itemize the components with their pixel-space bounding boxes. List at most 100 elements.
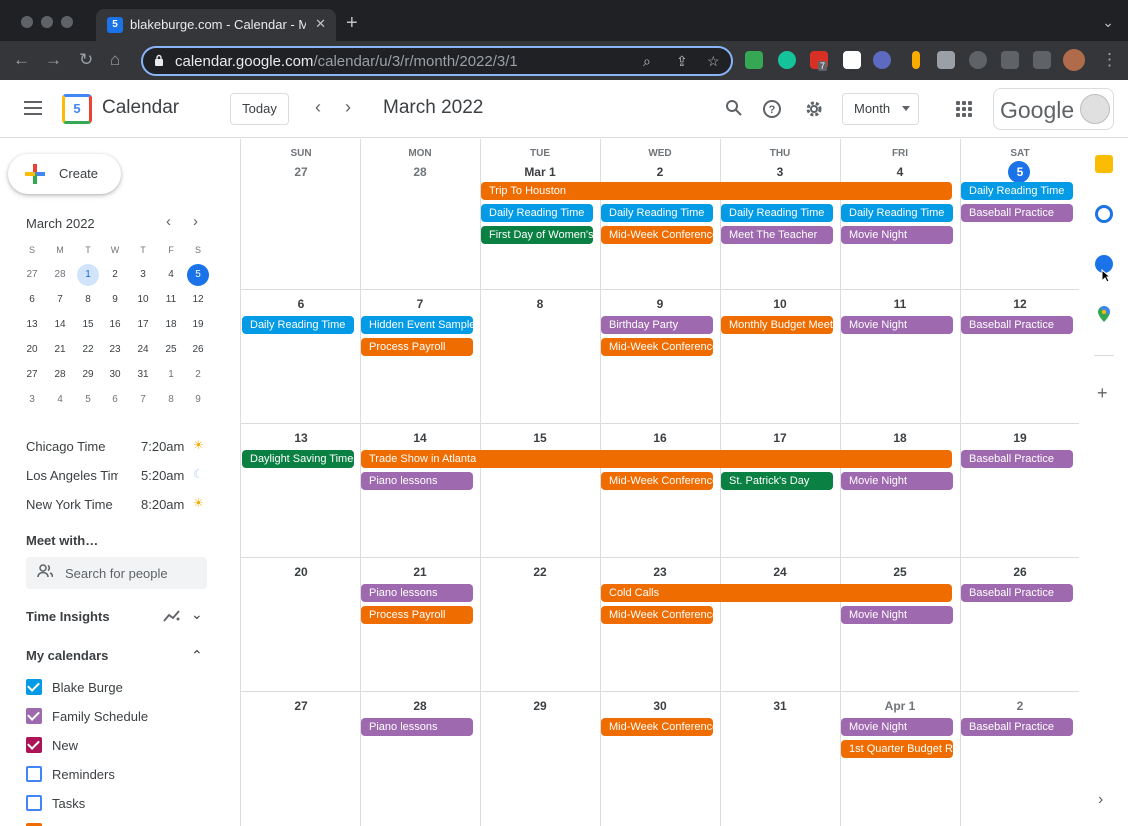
mini-day[interactable]: 9 (187, 389, 209, 411)
day-number[interactable]: 15 (480, 431, 600, 445)
mini-day[interactable]: 23 (104, 339, 126, 361)
mini-day[interactable]: 10 (132, 289, 154, 311)
day-number[interactable]: 10 (720, 297, 840, 311)
day-number[interactable]: 12 (960, 297, 1080, 311)
home-icon[interactable]: ⌂ (110, 50, 120, 70)
minimize-window-button[interactable] (41, 16, 53, 28)
mini-day[interactable]: 25 (160, 339, 182, 361)
close-window-button[interactable] (21, 16, 33, 28)
calendar-checkbox[interactable] (26, 679, 42, 695)
day-number[interactable]: 14 (360, 431, 480, 445)
event-chip[interactable]: Birthday Party (601, 316, 713, 334)
event-chip[interactable]: Piano lessons (361, 472, 473, 490)
day-number[interactable]: 31 (720, 699, 840, 713)
event-chip[interactable]: Trade Show in Atlanta (361, 450, 952, 468)
day-number[interactable]: 3 (720, 165, 840, 179)
day-number[interactable]: 26 (960, 565, 1080, 579)
day-number[interactable]: 27 (241, 699, 361, 713)
main-menu-icon[interactable] (24, 101, 42, 103)
r-extension-icon[interactable] (937, 51, 955, 69)
help-icon[interactable]: ? (762, 99, 782, 119)
mini-day[interactable]: 11 (160, 289, 182, 311)
event-chip[interactable]: Movie Night (841, 718, 953, 736)
calendar-extension-icon[interactable]: 7 (810, 51, 828, 71)
mini-day[interactable]: 29 (77, 364, 99, 386)
mini-day[interactable]: 2 (187, 364, 209, 386)
event-chip[interactable]: Mid-Week Conference (601, 226, 713, 244)
day-number[interactable]: 24 (720, 565, 840, 579)
event-chip[interactable]: Movie Night (841, 226, 953, 244)
event-chip[interactable]: Process Payroll (361, 606, 473, 624)
mini-day[interactable]: 27 (21, 364, 43, 386)
event-chip[interactable]: Daily Reading Time (841, 204, 953, 222)
day-number[interactable]: 9 (600, 297, 720, 311)
tab-search-icon[interactable]: ⌄ (1102, 14, 1114, 31)
mini-day[interactable]: 6 (21, 289, 43, 311)
event-chip[interactable]: Cold Calls (601, 584, 953, 602)
calendar-name[interactable]: New (52, 738, 78, 753)
event-chip[interactable]: Baseball Practice (961, 584, 1073, 602)
mini-day[interactable]: 24 (132, 339, 154, 361)
day-number[interactable]: 22 (480, 565, 600, 579)
search-people-input[interactable]: Search for people (26, 557, 207, 589)
event-chip[interactable]: Piano lessons (361, 718, 473, 736)
event-chip[interactable]: Daily Reading Time (721, 204, 833, 222)
event-chip[interactable]: First Day of Women's History Month (481, 226, 593, 244)
day-number[interactable]: 4 (840, 165, 960, 179)
mini-day[interactable]: 7 (49, 289, 71, 311)
mini-day[interactable]: 27 (21, 264, 43, 286)
mini-day[interactable]: 13 (21, 314, 43, 336)
event-chip[interactable]: Mid-Week Conference (601, 338, 713, 356)
reading-list-icon[interactable] (1033, 51, 1051, 69)
mini-day[interactable]: 4 (160, 264, 182, 286)
day-number[interactable]: Apr 1 (840, 699, 960, 713)
forward-icon[interactable]: → (45, 50, 62, 70)
event-chip[interactable]: Baseball Practice (961, 718, 1073, 736)
day-number[interactable]: 21 (360, 565, 480, 579)
event-chip[interactable]: Piano lessons (361, 584, 473, 602)
day-number[interactable]: 6 (241, 297, 361, 311)
mini-day[interactable]: 19 (187, 314, 209, 336)
day-number[interactable]: Mar 1 (480, 165, 600, 179)
event-chip[interactable]: Baseball Practice (961, 316, 1073, 334)
my-calendars-title[interactable]: My calendars (26, 648, 108, 663)
event-chip[interactable]: Movie Night (841, 316, 953, 334)
mini-day[interactable]: 28 (49, 364, 71, 386)
back-icon[interactable]: ← (13, 50, 30, 70)
grammarly-extension-icon[interactable] (778, 51, 796, 69)
mini-day[interactable]: 16 (104, 314, 126, 336)
mini-day[interactable]: 6 (104, 389, 126, 411)
mini-day[interactable]: 5 (187, 264, 209, 286)
calendar-checkbox[interactable] (26, 795, 42, 811)
event-chip[interactable]: Trip To Houston (481, 182, 953, 200)
day-number[interactable]: 13 (241, 431, 361, 445)
day-number[interactable]: 18 (840, 431, 960, 445)
bookmark-star-icon[interactable]: ☆ (707, 53, 720, 70)
mini-day[interactable]: 18 (160, 314, 182, 336)
mini-day[interactable]: 20 (21, 339, 43, 361)
day-number[interactable]: 28 (360, 699, 480, 713)
chrome-menu-icon[interactable]: ⋮ (1101, 50, 1118, 70)
day-number[interactable]: 27 (241, 165, 361, 179)
day-number[interactable]: 2 (600, 165, 720, 179)
account-switcher[interactable]: Google (993, 88, 1114, 130)
zoom-icon[interactable]: ⌕ (643, 53, 651, 70)
google-drive-extension-icon[interactable] (745, 51, 763, 69)
day-number[interactable]: 23 (600, 565, 720, 579)
day-number[interactable]: 16 (600, 431, 720, 445)
calendar-checkbox[interactable] (26, 737, 42, 753)
event-chip[interactable]: Baseball Practice (961, 450, 1073, 468)
event-chip[interactable]: Mid-Week Conference (601, 472, 713, 490)
search-icon[interactable] (725, 99, 743, 117)
gear-extension-icon[interactable] (873, 51, 891, 69)
account-avatar[interactable] (1080, 94, 1110, 124)
day-number[interactable]: 8 (480, 297, 600, 311)
calendar-checkbox[interactable] (26, 766, 42, 782)
mini-day[interactable]: 14 (49, 314, 71, 336)
next-month-icon[interactable]: › (345, 97, 351, 117)
close-tab-icon[interactable]: ✕ (315, 16, 326, 32)
day-number[interactable]: 5 (960, 165, 1080, 179)
day-number[interactable]: 20 (241, 565, 361, 579)
event-chip[interactable]: Baseball Practice (961, 204, 1073, 222)
calendar-name[interactable]: Family Schedule (52, 709, 148, 724)
